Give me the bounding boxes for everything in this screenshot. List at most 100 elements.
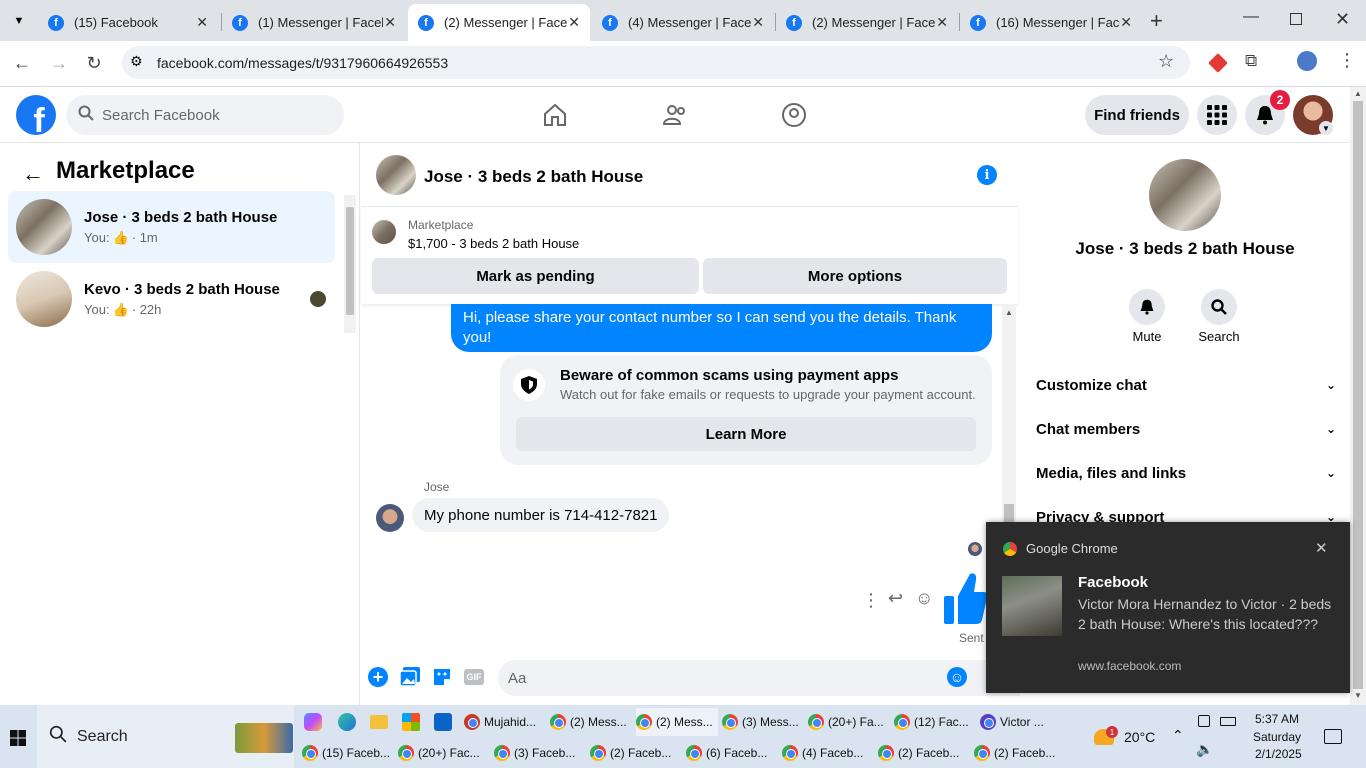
address-bar[interactable]: ⚙ facebook.com/messages/t/93179606649265…	[122, 46, 1190, 79]
facebook-search-input[interactable]: Search Facebook	[66, 95, 344, 135]
volume-icon[interactable]: 🔈	[1196, 741, 1213, 758]
store-icon[interactable]	[402, 713, 420, 731]
temperature[interactable]: 20°C	[1124, 729, 1155, 745]
battery-icon[interactable]	[1220, 717, 1236, 726]
taskbar-app[interactable]: (4) Faceb...	[782, 739, 872, 767]
tab-search-icon[interactable]: ▼	[8, 10, 30, 32]
reload-icon[interactable]: ↻	[80, 49, 108, 77]
tab-close-icon[interactable]: ✕	[196, 14, 208, 31]
taskbar-app[interactable]: (2) Faceb...	[878, 739, 968, 767]
forward-arrow-icon[interactable]: →	[45, 49, 73, 77]
taskbar-app[interactable]: (12) Fac...	[894, 708, 976, 736]
browser-tab[interactable]: f (1) Messenger | Faceb ✕	[222, 4, 406, 41]
outgoing-message[interactable]: Hi, please share your contact number so …	[451, 304, 992, 352]
add-plus-icon[interactable]: +	[368, 667, 388, 687]
minimize-icon[interactable]: —	[1243, 8, 1259, 26]
taskbar-app[interactable]: (6) Faceb...	[686, 739, 776, 767]
read-receipt-avatar	[968, 542, 982, 556]
search-chat-button[interactable]	[1201, 289, 1237, 325]
profile-picture[interactable]	[1149, 159, 1221, 231]
photo-icon[interactable]	[399, 667, 420, 687]
taskbar-app[interactable]: Victor ...	[980, 708, 1052, 736]
page-scrollbar[interactable]: ▲ ▼	[1350, 87, 1366, 705]
notification-close-icon[interactable]: ✕	[1315, 539, 1328, 557]
taskbar-app[interactable]: (20+) Fac...	[398, 739, 488, 767]
clock-date: 2/1/2025	[1255, 747, 1302, 761]
tab-close-icon[interactable]: ✕	[568, 14, 580, 31]
taskbar-search-box[interactable]: Search	[37, 705, 294, 768]
site-info-icon[interactable]: ⚙	[130, 53, 143, 70]
browser-tab[interactable]: f (15) Facebook ✕	[38, 4, 218, 41]
chat-avatar[interactable]	[376, 155, 416, 195]
maximize-icon[interactable]	[1290, 13, 1302, 25]
friends-icon[interactable]	[661, 101, 689, 129]
emoji-icon[interactable]: ☺	[947, 667, 967, 687]
new-tab-plus-icon[interactable]: +	[1150, 8, 1163, 34]
learn-more-button[interactable]: Learn More	[516, 417, 976, 451]
tray-chevron-icon[interactable]: ⌃	[1172, 727, 1184, 744]
file-explorer-icon[interactable]	[370, 715, 388, 729]
notification-center-icon[interactable]	[1324, 729, 1342, 744]
windows-start-icon[interactable]	[10, 730, 26, 751]
back-arrow-icon[interactable]: ←	[22, 161, 44, 187]
customize-chat-row[interactable]: Customize chat ⌄	[1036, 373, 1336, 397]
list-scrollbar[interactable]	[344, 195, 356, 333]
message-more-icon[interactable]: ⋮	[862, 590, 880, 611]
reply-icon[interactable]: ↩	[888, 588, 903, 609]
listing-price-title[interactable]: $1,700 - 3 beds 2 bath House	[408, 236, 579, 251]
browser-tab-active[interactable]: f (2) Messenger | Faceb ✕	[408, 4, 590, 41]
facebook-logo-icon[interactable]: f	[16, 95, 56, 135]
media-files-links-row[interactable]: Media, files and links ⌄	[1036, 461, 1336, 485]
copilot-icon[interactable]	[304, 713, 322, 731]
incoming-message[interactable]: My phone number is 714-412-7821	[412, 498, 670, 532]
tab-close-icon[interactable]: ✕	[1120, 14, 1132, 31]
taskbar-app[interactable]: (2) Faceb...	[590, 739, 680, 767]
taskbar-app[interactable]: (2) Mess...	[550, 708, 632, 736]
conversation-item[interactable]: Kevo · 3 beds 2 bath House You: 👍 · 22h	[8, 263, 335, 335]
chat-title[interactable]: Jose · 3 beds 2 bath House	[424, 167, 643, 187]
profile-icon[interactable]	[1297, 51, 1317, 71]
search-icon	[78, 105, 94, 125]
edge-icon[interactable]	[338, 713, 356, 731]
account-chevron-icon[interactable]: ▼	[1319, 121, 1333, 135]
react-smiley-icon[interactable]: ☺	[915, 588, 933, 609]
browser-tab[interactable]: f (4) Messenger | Faceb ✕	[592, 4, 774, 41]
clock-time[interactable]: 5:37 AM	[1255, 712, 1299, 726]
mark-as-pending-button[interactable]: Mark as pending	[372, 258, 699, 294]
menu-grid-button[interactable]	[1197, 95, 1237, 135]
scam-warning-title: Beware of common scams using payment app…	[560, 367, 899, 384]
back-arrow-icon[interactable]: ←	[8, 49, 36, 77]
taskbar-app[interactable]: (3) Mess...	[722, 708, 804, 736]
find-friends-button[interactable]: Find friends	[1085, 95, 1189, 135]
outlook-icon[interactable]	[434, 713, 452, 731]
taskbar-app[interactable]: Mujahid...	[464, 708, 546, 736]
taskbar-app[interactable]: (3) Faceb...	[494, 739, 584, 767]
browser-tab[interactable]: f (2) Messenger | Faceb ✕	[776, 4, 958, 41]
taskbar-app[interactable]: (2) Faceb...	[974, 739, 1060, 767]
tab-close-icon[interactable]: ✕	[752, 14, 764, 31]
meet-icon[interactable]	[1198, 715, 1210, 727]
chrome-notification[interactable]: Google Chrome ✕ Facebook Victor Mora Her…	[986, 522, 1350, 693]
taskbar-app[interactable]: (15) Faceb...	[302, 739, 392, 767]
browser-menu-icon[interactable]: ⋮	[1338, 50, 1356, 71]
large-thumbs-up-icon[interactable]	[942, 570, 988, 631]
browser-tab[interactable]: f (16) Messenger | Face ✕	[960, 4, 1142, 41]
tab-close-icon[interactable]: ✕	[384, 14, 396, 31]
tab-close-icon[interactable]: ✕	[936, 14, 948, 31]
close-window-icon[interactable]: ✕	[1335, 9, 1350, 30]
gif-button[interactable]: GIF	[464, 669, 484, 685]
bookmark-star-icon[interactable]: ☆	[1158, 51, 1174, 72]
taskbar-app-active[interactable]: (2) Mess...	[636, 708, 718, 736]
info-icon[interactable]: i	[977, 165, 997, 185]
extension-red-icon[interactable]	[1208, 53, 1228, 73]
groups-icon[interactable]	[780, 101, 808, 129]
taskbar-app[interactable]: (20+) Fa...	[808, 708, 890, 736]
sticker-icon[interactable]	[432, 667, 452, 687]
extensions-puzzle-icon[interactable]: ⧉	[1245, 51, 1257, 71]
chat-members-row[interactable]: Chat members ⌄	[1036, 417, 1336, 441]
sender-avatar[interactable]	[376, 504, 404, 532]
more-options-button[interactable]: More options	[703, 258, 1007, 294]
mute-button[interactable]	[1129, 289, 1165, 325]
home-icon[interactable]	[541, 101, 569, 129]
conversation-item[interactable]: Jose · 3 beds 2 bath House You: 👍 · 1m	[8, 191, 335, 263]
